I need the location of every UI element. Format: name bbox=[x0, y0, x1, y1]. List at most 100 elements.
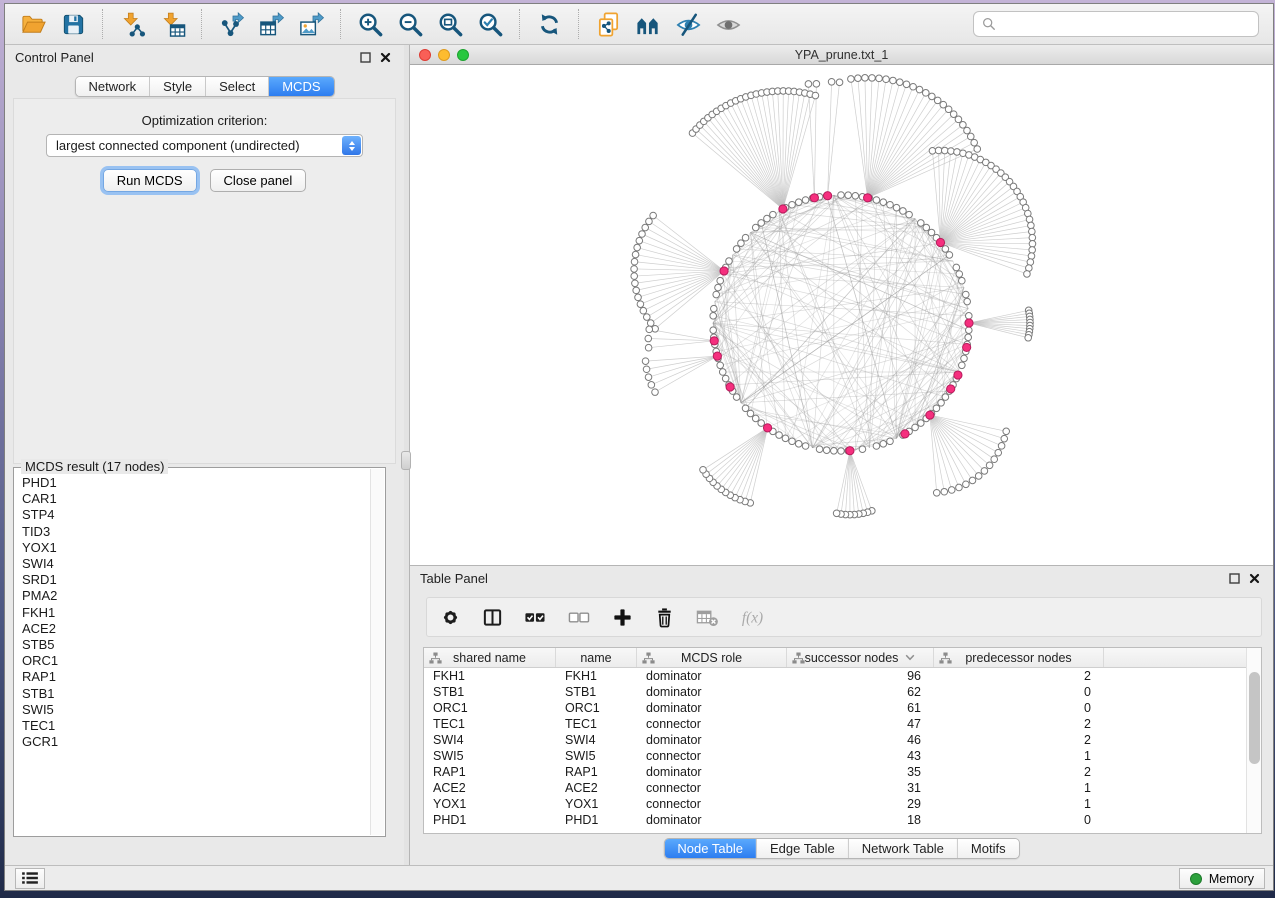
float-panel-button[interactable] bbox=[360, 52, 371, 63]
import-table-button[interactable] bbox=[156, 8, 188, 40]
mcds-node[interactable] bbox=[926, 411, 934, 419]
mcds-result-item[interactable]: SRD1 bbox=[22, 572, 369, 588]
optimization-criterion-select[interactable]: largest connected component (undirected) bbox=[46, 134, 363, 157]
split-columns-button[interactable] bbox=[482, 607, 503, 628]
column-header-MCDS-role[interactable]: MCDS role bbox=[637, 648, 787, 667]
mcds-result-item[interactable]: STP4 bbox=[22, 507, 369, 523]
mcds-node[interactable] bbox=[824, 192, 832, 200]
splitter-handle-icon[interactable] bbox=[401, 451, 411, 470]
select-all-button[interactable] bbox=[524, 607, 547, 628]
table-row[interactable]: SWI5SWI5connector431 bbox=[424, 748, 1246, 764]
tab-motifs[interactable]: Motifs bbox=[957, 839, 1019, 858]
zoom-out-button[interactable] bbox=[394, 8, 426, 40]
tab-style[interactable]: Style bbox=[149, 77, 205, 96]
mcds-node[interactable] bbox=[901, 430, 909, 438]
mcds-node[interactable] bbox=[864, 194, 872, 202]
mcds-node[interactable] bbox=[954, 371, 962, 379]
table-row[interactable]: ORC1ORC1dominator610 bbox=[424, 700, 1246, 716]
memory-button[interactable]: Memory bbox=[1179, 868, 1265, 889]
mcds-result-item[interactable]: PMA2 bbox=[22, 588, 369, 604]
zoom-fit-button[interactable] bbox=[434, 8, 466, 40]
first-neighbors-button[interactable] bbox=[632, 8, 664, 40]
mcds-node[interactable] bbox=[710, 337, 718, 345]
mcds-result-item[interactable]: SWI4 bbox=[22, 556, 369, 572]
tab-edge-table[interactable]: Edge Table bbox=[756, 839, 848, 858]
mcds-result-item[interactable]: YOX1 bbox=[22, 540, 369, 556]
open-session-button[interactable] bbox=[17, 8, 49, 40]
mcds-result-item[interactable]: TID3 bbox=[22, 524, 369, 540]
run-mcds-button[interactable]: Run MCDS bbox=[103, 169, 197, 192]
delete-table-button[interactable] bbox=[696, 607, 719, 628]
table-scrollbar-thumb[interactable] bbox=[1249, 672, 1260, 764]
mcds-node[interactable] bbox=[726, 383, 734, 391]
mcds-node[interactable] bbox=[947, 385, 955, 393]
zoom-in-button[interactable] bbox=[354, 8, 386, 40]
mcds-result-item[interactable]: ORC1 bbox=[22, 653, 369, 669]
float-table-panel-button[interactable] bbox=[1229, 573, 1240, 584]
mcds-node[interactable] bbox=[763, 424, 771, 432]
table-row[interactable]: RAP1RAP1dominator352 bbox=[424, 764, 1246, 780]
save-session-button[interactable] bbox=[57, 8, 89, 40]
deselect-all-button[interactable] bbox=[568, 607, 591, 628]
table-row[interactable]: YOX1YOX1connector291 bbox=[424, 796, 1246, 812]
mcds-node[interactable] bbox=[936, 238, 944, 246]
panel-splitter[interactable] bbox=[404, 45, 409, 865]
tab-node-table[interactable]: Node Table bbox=[664, 839, 756, 858]
mcds-result-scrollbar[interactable] bbox=[370, 469, 384, 835]
zoom-selected-button[interactable] bbox=[474, 8, 506, 40]
table-row[interactable]: PHD1PHD1dominator180 bbox=[424, 812, 1246, 828]
show-all-button[interactable] bbox=[712, 8, 744, 40]
tab-mcds[interactable]: MCDS bbox=[268, 77, 333, 96]
task-history-button[interactable] bbox=[15, 868, 45, 889]
table-row[interactable]: ACE2ACE2connector311 bbox=[424, 780, 1246, 796]
mcds-result-item[interactable]: STB5 bbox=[22, 637, 369, 653]
column-header-predecessor-nodes[interactable]: predecessor nodes bbox=[934, 648, 1104, 667]
table-row[interactable]: FKH1FKH1dominator962 bbox=[424, 668, 1246, 684]
search-box[interactable] bbox=[973, 11, 1259, 37]
export-table-button[interactable] bbox=[255, 8, 287, 40]
table-settings-button[interactable] bbox=[440, 607, 461, 628]
network-search-input[interactable] bbox=[1002, 17, 1250, 32]
window-minimize-button[interactable] bbox=[438, 49, 450, 61]
hide-selected-button[interactable] bbox=[672, 8, 704, 40]
mcds-result-item[interactable]: GCR1 bbox=[22, 734, 369, 750]
window-zoom-button[interactable] bbox=[457, 49, 469, 61]
window-close-button[interactable] bbox=[419, 49, 431, 61]
close-panel-button[interactable] bbox=[380, 52, 391, 63]
network-view-canvas[interactable] bbox=[410, 65, 1273, 565]
column-header-name[interactable]: name bbox=[556, 648, 637, 667]
tab-network-table[interactable]: Network Table bbox=[848, 839, 957, 858]
table-scrollbar[interactable] bbox=[1246, 648, 1261, 833]
import-network-button[interactable] bbox=[116, 8, 148, 40]
mcds-result-item[interactable]: STB1 bbox=[22, 686, 369, 702]
mcds-node[interactable] bbox=[963, 343, 971, 351]
mcds-node[interactable] bbox=[720, 267, 728, 275]
mcds-node[interactable] bbox=[846, 447, 854, 455]
refresh-layout-button[interactable] bbox=[533, 8, 565, 40]
export-image-button[interactable] bbox=[295, 8, 327, 40]
mcds-result-item[interactable]: ACE2 bbox=[22, 621, 369, 637]
mcds-result-item[interactable]: RAP1 bbox=[22, 669, 369, 685]
function-builder-button[interactable]: f(x) bbox=[740, 607, 772, 628]
mcds-result-item[interactable]: FKH1 bbox=[22, 605, 369, 621]
mcds-result-item[interactable]: CAR1 bbox=[22, 491, 369, 507]
mcds-result-item[interactable]: TEC1 bbox=[22, 718, 369, 734]
close-panel-action-button[interactable]: Close panel bbox=[210, 169, 307, 192]
copy-network-button[interactable] bbox=[592, 8, 624, 40]
export-network-button[interactable] bbox=[215, 8, 247, 40]
mcds-node[interactable] bbox=[965, 319, 973, 327]
mcds-node[interactable] bbox=[779, 205, 787, 213]
mcds-result-list[interactable]: PHD1CAR1STP4TID3YOX1SWI4SRD1PMA2FKH1ACE2… bbox=[15, 469, 369, 835]
mcds-node[interactable] bbox=[810, 194, 818, 202]
table-row[interactable]: STB1STB1dominator620 bbox=[424, 684, 1246, 700]
table-row[interactable]: TEC1TEC1connector472 bbox=[424, 716, 1246, 732]
mcds-result-item[interactable]: SWI5 bbox=[22, 702, 369, 718]
delete-row-button[interactable] bbox=[654, 607, 675, 628]
mcds-node[interactable] bbox=[713, 352, 721, 360]
tab-network[interactable]: Network bbox=[75, 77, 149, 96]
column-header-shared-name[interactable]: shared name bbox=[424, 648, 556, 667]
mcds-result-item[interactable]: PHD1 bbox=[22, 475, 369, 491]
table-row[interactable]: SWI4SWI4dominator462 bbox=[424, 732, 1246, 748]
close-table-panel-button[interactable] bbox=[1249, 573, 1260, 584]
tab-select[interactable]: Select bbox=[205, 77, 268, 96]
